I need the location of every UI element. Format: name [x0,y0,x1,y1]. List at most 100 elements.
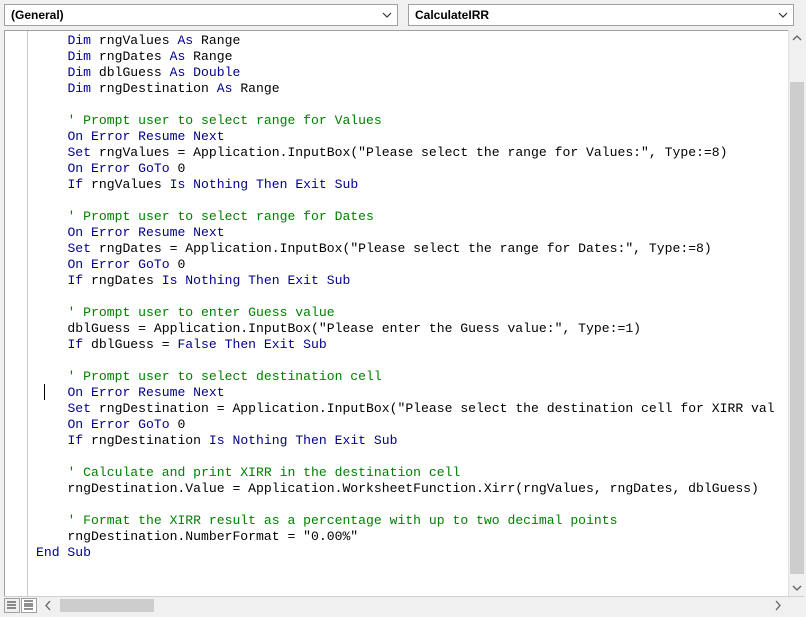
code-line[interactable]: ' Prompt user to enter Guess value [36,305,775,321]
code-line[interactable]: If rngValues Is Nothing Then Exit Sub [36,177,775,193]
code-line[interactable]: Set rngValues = Application.InputBox("Pl… [36,145,775,161]
code-line[interactable]: ' Prompt user to select range for Dates [36,209,775,225]
code-keyword: Set [67,401,92,416]
code-line[interactable]: Dim rngDates As Range [36,49,775,65]
code-line[interactable]: dblGuess = Application.InputBox("Please … [36,321,775,337]
code-text-segment: rngDates [91,49,170,64]
scroll-right-icon[interactable] [770,597,786,614]
code-keyword: False Then Exit Sub [177,337,327,352]
code-keyword: End Sub [36,545,92,560]
code-text-segment [36,113,67,128]
code-keyword: Set [67,145,92,160]
code-keyword: On Error Resume Next [67,225,225,240]
procedure-dropdown[interactable]: CalculateIRR [408,4,794,26]
code-line[interactable] [36,497,775,513]
code-line[interactable]: On Error GoTo 0 [36,257,775,273]
code-comment: ' Prompt user to enter Guess value [67,305,335,320]
code-line[interactable]: If rngDates Is Nothing Then Exit Sub [36,273,775,289]
scroll-left-icon[interactable] [40,597,56,614]
code-line[interactable]: If dblGuess = False Then Exit Sub [36,337,775,353]
code-keyword: On Error GoTo [67,257,170,272]
code-keyword: If [67,177,84,192]
horizontal-scrollbar[interactable] [40,597,786,614]
code-text-segment: 0 [169,161,186,176]
code-text-segment [36,369,67,384]
code-text-segment: dblGuess = [83,337,178,352]
scroll-down-icon[interactable] [789,579,805,596]
code-keyword: If [67,337,84,352]
horizontal-scroll-thumb[interactable] [60,599,154,612]
code-line[interactable] [36,449,775,465]
full-module-view-button[interactable] [21,598,37,613]
code-text-segment [185,65,193,80]
code-line[interactable]: On Error Resume Next [36,129,775,145]
code-text-segment: Range [232,81,280,96]
code-keyword: On Error Resume Next [67,129,225,144]
code-comment: ' Format the XIRR result as a percentage… [67,513,618,528]
code-line[interactable]: On Error GoTo 0 [36,417,775,433]
code-line[interactable]: On Error GoTo 0 [36,161,775,177]
code-line[interactable]: ' Calculate and print XIRR in the destin… [36,465,775,481]
code-comment: ' Prompt user to select range for Dates [67,209,374,224]
code-text-segment [36,161,67,176]
code-text-segment: 0 [169,257,186,272]
code-comment: ' Calculate and print XIRR in the destin… [67,465,461,480]
code-keyword: As [177,33,194,48]
code-line[interactable]: rngDestination.NumberFormat = "0.00%" [36,529,775,545]
code-keyword: Dim [67,65,92,80]
code-line[interactable]: Set rngDestination = Application.InputBo… [36,401,774,417]
procedure-view-button[interactable] [4,598,20,613]
code-keyword: Dim [67,33,92,48]
code-text-segment: dblGuess = Application.InputBox("Please … [36,321,642,336]
code-line[interactable] [36,193,775,209]
code-text-segment [36,305,67,320]
code-line[interactable]: rngDestination.Value = Application.Works… [36,481,775,497]
full-module-view-icon [24,600,33,610]
code-text-segment: rngDates [83,273,162,288]
code-line[interactable]: ' Prompt user to select range for Values [36,113,775,129]
scroll-up-icon[interactable] [789,30,805,47]
code-line[interactable]: ' Format the XIRR result as a percentage… [36,513,775,529]
code-keyword: On Error GoTo [67,417,170,432]
code-line[interactable]: Dim rngDestination As Range [36,81,775,97]
chevron-down-icon [778,12,788,18]
code-text-segment [36,385,67,400]
code-text-segment [36,145,67,160]
code-text-segment: rngDestination [91,81,217,96]
code-line[interactable]: End Sub [36,545,775,561]
code-line[interactable]: Dim rngValues As Range [36,33,775,49]
code-line[interactable] [36,353,775,369]
bottom-bar [4,596,804,615]
code-line[interactable]: Set rngDates = Application.InputBox("Ple… [36,241,775,257]
procedure-dropdown-value: CalculateIRR [415,8,490,22]
code-text-segment [36,65,67,80]
code-line[interactable]: Dim dblGuess As Double [36,65,775,81]
code-keyword: As [169,49,186,64]
code-keyword: If [67,433,84,448]
code-line[interactable]: On Error Resume Next [36,225,775,241]
code-text-segment: rngDestination [83,433,209,448]
code-line[interactable]: ' Prompt user to select destination cell [36,369,775,385]
vertical-scrollbar[interactable] [788,30,805,596]
code-keyword: On Error GoTo [67,161,170,176]
code-keyword: Set [67,241,92,256]
code-comment: ' Prompt user to select destination cell [67,369,382,384]
code-line[interactable]: If rngDestination Is Nothing Then Exit S… [36,433,775,449]
code-text-segment: dblGuess [91,65,170,80]
vertical-scroll-thumb[interactable] [790,82,804,574]
code-text[interactable]: Dim rngValues As Range Dim rngDates As R… [36,33,775,561]
code-editor[interactable]: Dim rngValues As Range Dim rngDates As R… [4,30,789,597]
code-line[interactable] [36,97,775,113]
code-text-segment [36,401,67,416]
code-line[interactable] [36,289,775,305]
code-text-segment: rngValues = Application.InputBox("Please… [91,145,728,160]
code-text-segment [36,513,67,528]
code-line[interactable]: On Error Resume Next [36,385,775,401]
margin-indicator-bar[interactable] [5,31,28,597]
code-keyword: As [216,81,233,96]
object-dropdown[interactable]: (General) [4,4,398,26]
code-text-segment [36,337,67,352]
code-text-segment [36,49,67,64]
code-text-segment: rngDestination.Value = Application.Works… [36,481,759,496]
code-text-segment [36,273,67,288]
